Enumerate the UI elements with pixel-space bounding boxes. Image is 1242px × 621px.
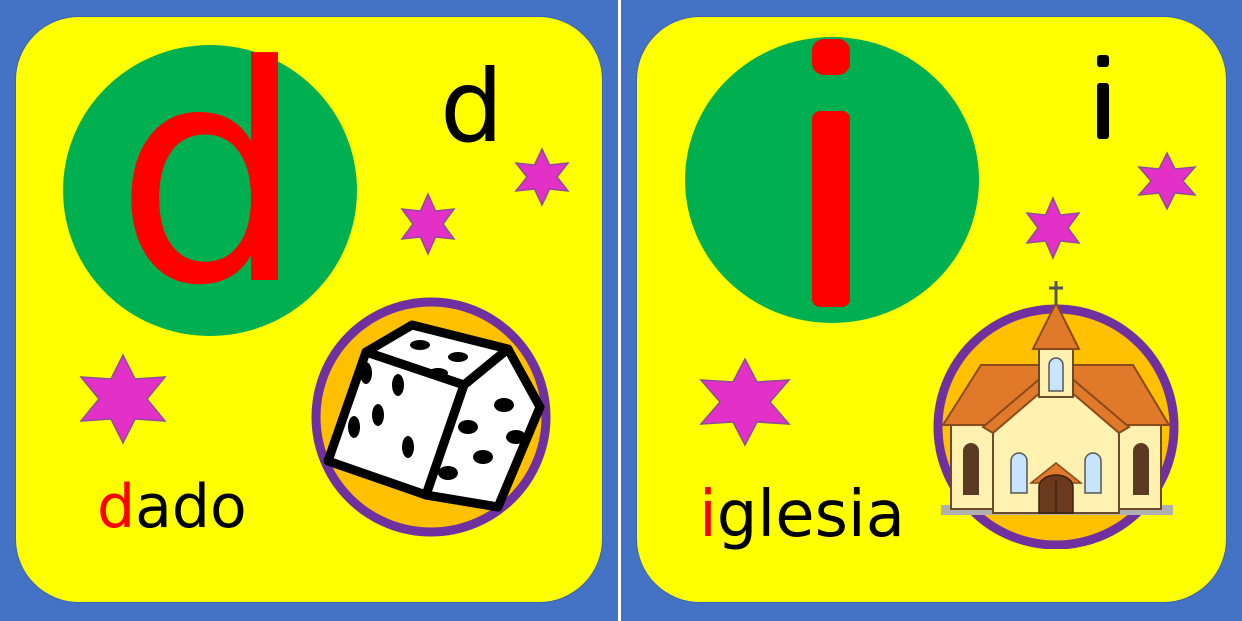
word-first-letter: d [97,472,136,542]
big-letter: d [114,16,306,351]
star-icon [1025,196,1081,260]
word-first-letter: i [699,478,717,552]
flashcard-panel-i: i i iglesia [621,0,1242,621]
letter-card-i: i i iglesia [636,16,1227,603]
dice-icon [311,297,551,537]
flashcard-panel-d: d d dado [0,0,618,621]
small-letter: d [440,48,504,165]
star-icon [79,353,167,445]
word-label: iglesia [699,483,905,547]
word-label: dado [97,477,247,537]
word-rest: glesia [716,478,905,552]
big-letter: i [812,39,850,309]
star-icon [514,147,570,207]
letter-card-d: d d dado [15,16,603,603]
small-letter: i [1097,55,1113,141]
star-icon [699,357,791,447]
word-rest: ado [135,472,247,542]
star-icon [1137,151,1197,211]
church-icon [933,281,1179,549]
star-icon [400,192,456,256]
